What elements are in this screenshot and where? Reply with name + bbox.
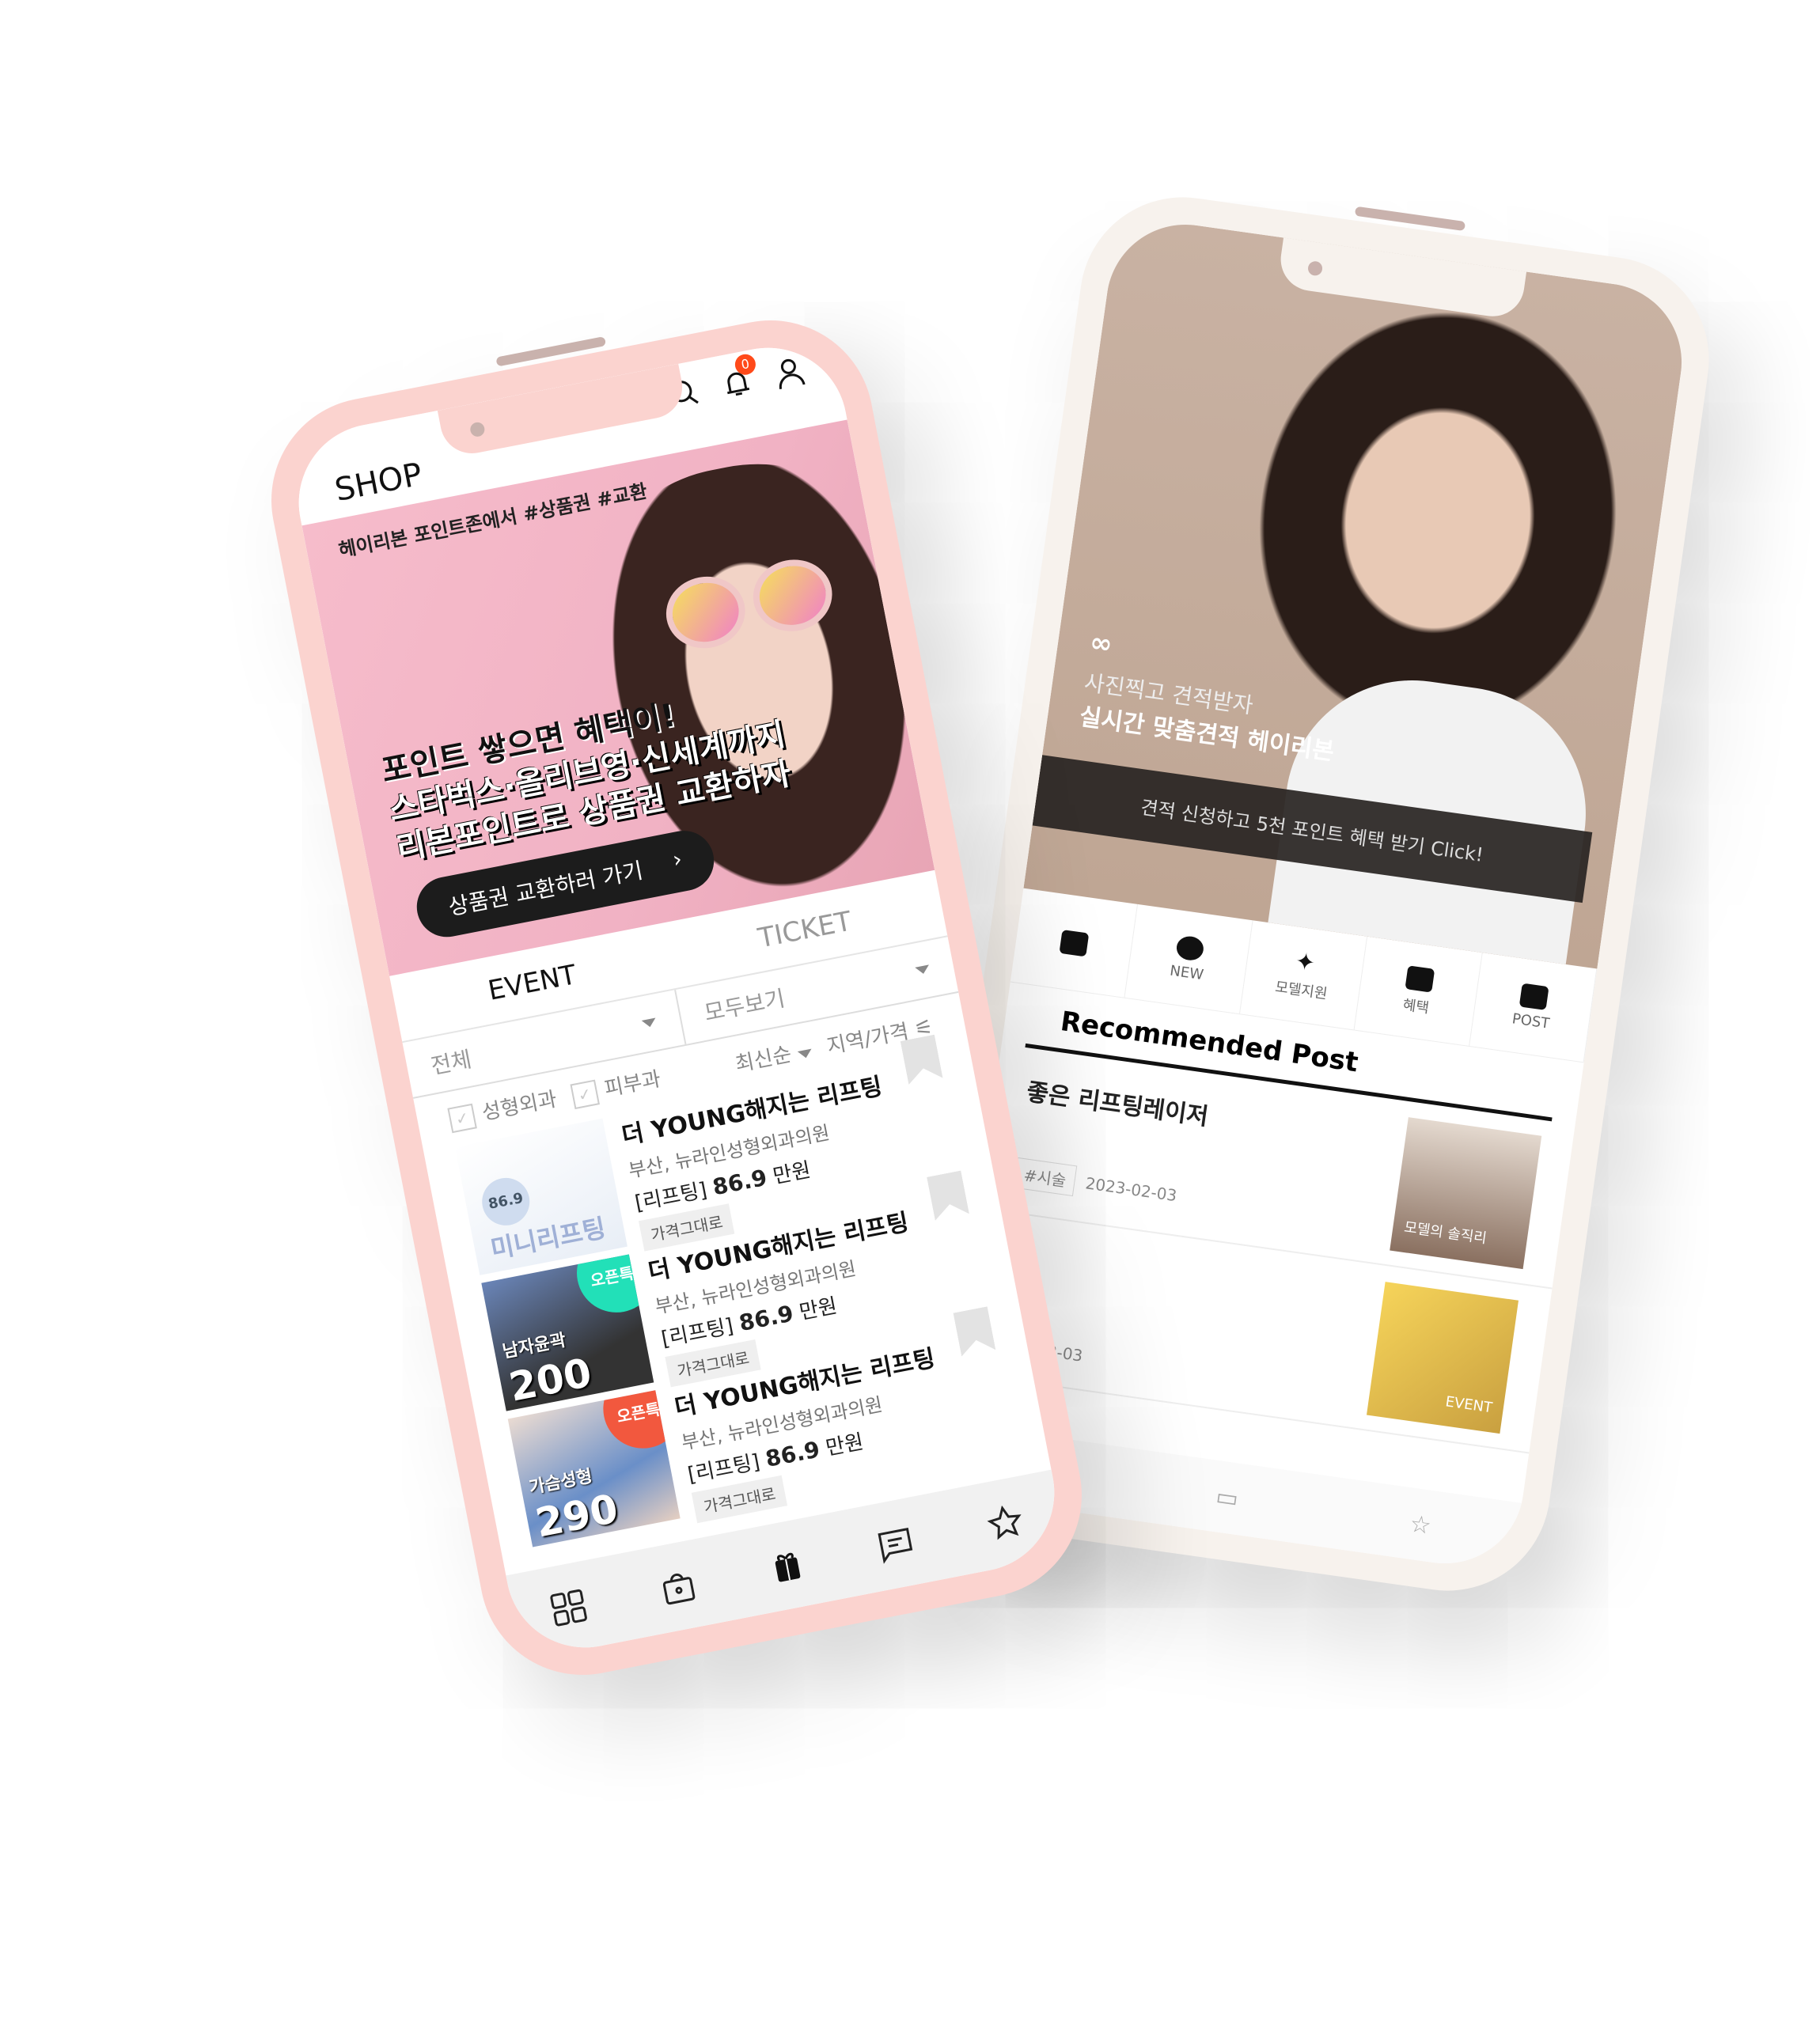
infinity-logo-icon: ∞: [1087, 626, 1115, 661]
item-thumbnail: 오픈특가 가슴성형 290: [507, 1390, 681, 1547]
check-icon: ✓: [447, 1103, 477, 1134]
speaker: [1354, 206, 1466, 232]
category-post[interactable]: POST: [1469, 953, 1598, 1063]
price-value: 86.9: [710, 1164, 769, 1201]
sort-label: 최신순: [733, 1042, 794, 1077]
shop-screen: SHOP 0 헤이리본 포인트존에서 #상품권 #교환 포인트 쌓으면 혜택이!…: [285, 334, 1068, 1661]
price-unit: 만원: [797, 1294, 840, 1325]
filter-label: 지역/가격: [825, 1019, 911, 1059]
thumb-badge: 86.9: [478, 1173, 534, 1230]
gift-icon: [1405, 964, 1435, 993]
hero-banner[interactable]: ∞ 사진찍고 견적받자 실시간 맞춤견적 헤이리본 견적 신청하고 5천 포인트…: [1023, 214, 1693, 969]
sort-select[interactable]: 최신순: [732, 1034, 813, 1078]
select-value: 전체: [428, 1046, 474, 1080]
price-value: 86.9: [763, 1436, 822, 1472]
shopping-bag-icon[interactable]: [658, 1566, 699, 1608]
cta-label: 상품권 교환하러 가기: [446, 857, 646, 921]
checkbox-label: 성형외과: [480, 1087, 559, 1126]
post-icon: [1519, 983, 1549, 1011]
shop-phone-mockup: SHOP 0 헤이리본 포인트존에서 #상품권 #교환 포인트 쌓으면 혜택이!…: [253, 302, 1100, 1693]
speaker: [495, 336, 607, 367]
star-icon[interactable]: [984, 1502, 1026, 1544]
post-thumbnail: EVENT: [1366, 1282, 1519, 1434]
post-thumbnail: 모델의 솔직리: [1390, 1117, 1542, 1270]
chat-icon[interactable]: [875, 1524, 916, 1565]
item-thumbnail: 86.9 미니리프팅: [454, 1118, 628, 1275]
category-label: NEW: [1169, 962, 1205, 984]
caret-down-icon: [915, 964, 931, 975]
grid-icon[interactable]: [548, 1587, 590, 1628]
user-icon[interactable]: [771, 354, 808, 392]
price-value: 86.9: [737, 1300, 796, 1337]
item-thumbnail: 오픈특가 남자윤곽 200: [481, 1254, 654, 1411]
price-unit: 만원: [771, 1157, 813, 1189]
check-icon: ✓: [570, 1079, 600, 1109]
star-icon[interactable]: ☆: [1408, 1510, 1433, 1540]
sparkle-icon: ✦: [1293, 947, 1318, 978]
price-unit: 만원: [824, 1430, 866, 1461]
thumb-ribbon: 오픈특가: [596, 1390, 681, 1456]
plastic-surgery-checkbox[interactable]: ✓ 성형외과: [446, 1083, 559, 1134]
caret-down-icon: [641, 1017, 658, 1028]
category-label: 모델지원: [1274, 978, 1329, 1002]
category-model[interactable]: ✦ 모델지원: [1239, 920, 1368, 1030]
post-date: 2023-02-03: [1084, 1172, 1178, 1205]
caret-down-icon: [797, 1048, 813, 1059]
category-new[interactable]: NEW: [1124, 904, 1253, 1014]
new-icon: [1175, 934, 1205, 962]
gift-icon[interactable]: [767, 1545, 808, 1586]
hero-title-b: 헤이리본: [1245, 726, 1337, 767]
select-value: 모두보기: [702, 985, 787, 1027]
category-label: POST: [1511, 1010, 1551, 1032]
chevron-right-icon: ›: [670, 845, 684, 873]
chat-icon[interactable]: ▭: [1214, 1483, 1240, 1513]
dermatology-checkbox[interactable]: ✓ 피부과: [569, 1063, 663, 1109]
category-benefit[interactable]: 혜택: [1354, 936, 1483, 1046]
thumb-text: 모델의 솔직리: [1403, 1218, 1488, 1248]
page-title: SHOP: [332, 456, 426, 510]
category-label: 혜택: [1401, 996, 1431, 1017]
thumb-ribbon: 오픈특가: [570, 1254, 654, 1320]
category-icon: [1059, 929, 1090, 956]
checkbox-label: 피부과: [602, 1067, 663, 1102]
category-hidden[interactable]: [1010, 888, 1139, 998]
notification-button[interactable]: 0: [719, 352, 758, 402]
camera: [468, 421, 486, 438]
camera: [1306, 260, 1324, 277]
thumb-text: EVENT: [1444, 1393, 1494, 1417]
